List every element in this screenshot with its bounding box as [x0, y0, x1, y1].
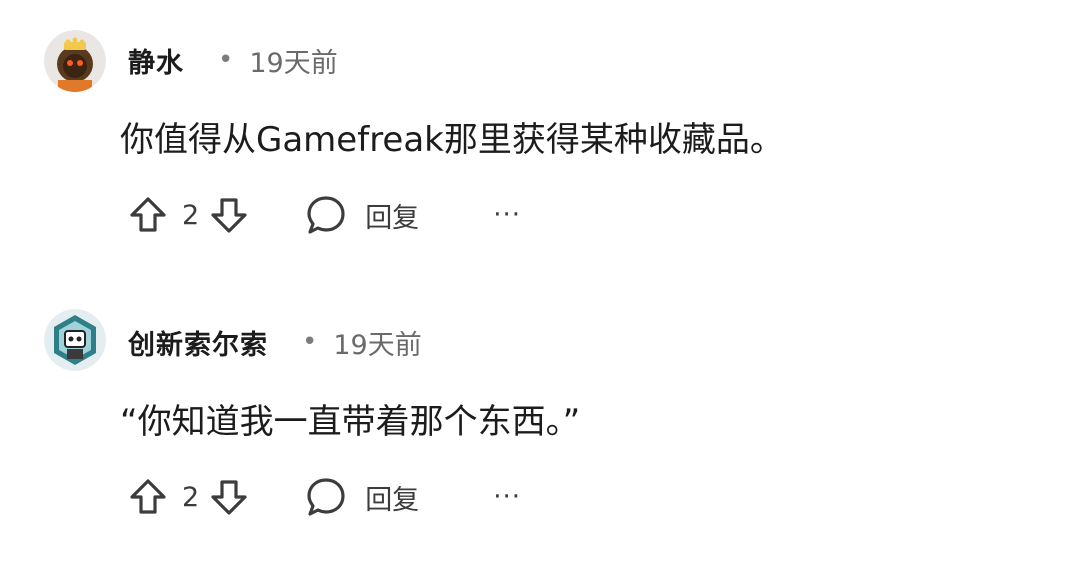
speech-bubble-icon — [305, 476, 347, 518]
comment-header: 创新索尔索 • 19天前 — [128, 322, 422, 362]
speech-bubble-icon — [305, 194, 347, 236]
arrow-down-icon[interactable] — [209, 477, 249, 517]
separator-dot: • — [302, 327, 318, 357]
comment-text: “你知道我一直带着那个东西。” — [120, 402, 581, 442]
avatar[interactable] — [44, 309, 106, 371]
comment-header: 静水 • 19天前 — [128, 40, 338, 80]
arrow-up-icon[interactable] — [128, 195, 168, 235]
vote-count: 2 — [182, 199, 200, 231]
avatar[interactable] — [44, 30, 106, 92]
ellipsis-icon[interactable]: ··· — [493, 482, 521, 512]
reply-label: 回复 — [365, 202, 420, 234]
username[interactable]: 静水 — [128, 41, 184, 80]
timestamp[interactable]: 19天前 — [333, 323, 421, 362]
ellipsis-icon[interactable]: ··· — [493, 200, 521, 230]
arrow-up-icon[interactable] — [128, 477, 168, 517]
timestamp[interactable]: 19天前 — [249, 41, 337, 80]
reply-label: 回复 — [365, 484, 420, 516]
vote-count: 2 — [182, 481, 200, 513]
comment-actions: 2 回复 ··· — [128, 190, 521, 240]
reply-button[interactable]: 回复 — [305, 194, 419, 236]
comment-actions: 2 回复 ··· — [128, 472, 521, 522]
separator-dot: • — [218, 45, 234, 75]
username[interactable]: 创新索尔索 — [128, 323, 268, 362]
comment-text: 你值得从Gamefreak那里获得某种收藏品。 — [120, 120, 784, 160]
reply-button[interactable]: 回复 — [305, 476, 419, 518]
arrow-down-icon[interactable] — [209, 195, 249, 235]
